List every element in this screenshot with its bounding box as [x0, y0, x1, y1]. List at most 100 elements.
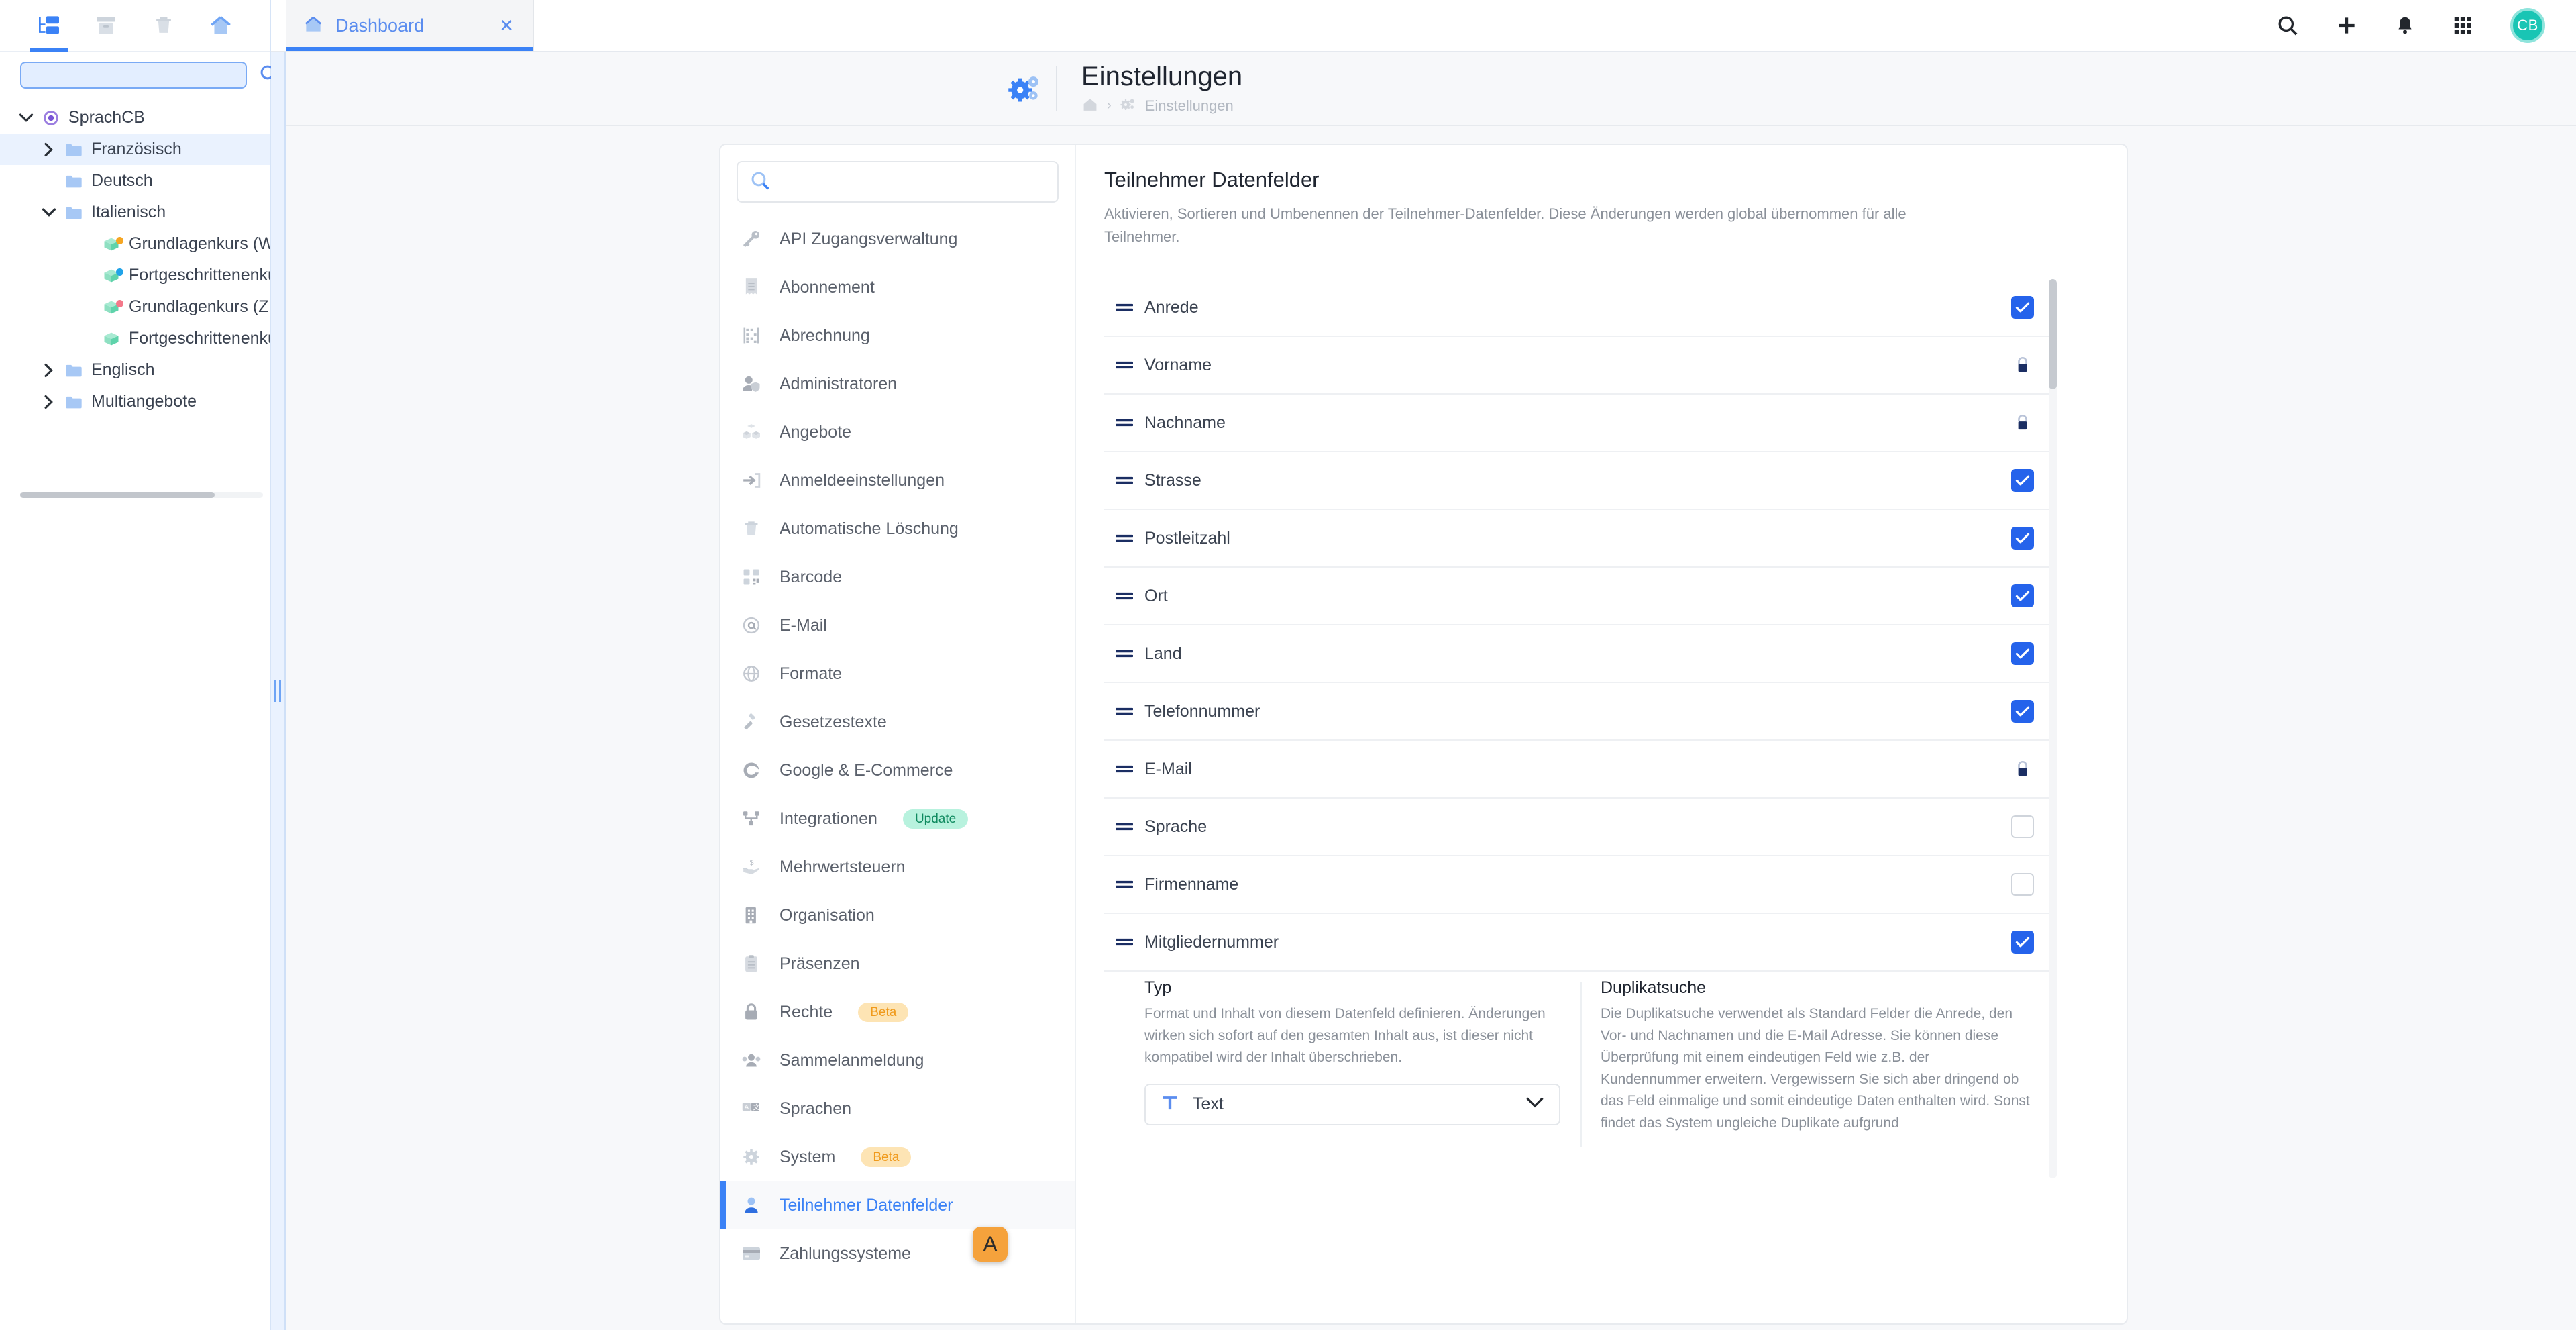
settings-menu-item[interactable]: Formate — [720, 650, 1075, 698]
field-row[interactable]: Firmenname — [1104, 856, 2057, 915]
settings-menu-item[interactable]: System Beta — [720, 1133, 1075, 1181]
drag-handle-icon[interactable] — [1104, 360, 1144, 370]
tree-item[interactable]: Fortgeschrittenenkurs — [0, 260, 270, 291]
home-icon[interactable] — [1081, 97, 1099, 115]
close-icon[interactable]: ✕ — [499, 15, 514, 36]
drag-handle-icon[interactable] — [1104, 417, 1144, 428]
search-icon[interactable] — [2277, 15, 2298, 36]
plus-icon[interactable] — [2336, 15, 2357, 36]
tab-dashboard[interactable]: Dashboard ✕ — [286, 0, 534, 51]
gear-icon — [738, 1147, 765, 1166]
field-row[interactable]: Vorname — [1104, 337, 2057, 395]
drag-handle-icon[interactable] — [1104, 591, 1144, 601]
field-checkbox[interactable] — [2011, 642, 2034, 666]
settings-menu-item[interactable]: Google & E-Commerce — [720, 746, 1075, 795]
field-row[interactable]: Sprache — [1104, 799, 2057, 857]
settings-menu-item[interactable]: Rechte Beta — [720, 988, 1075, 1036]
settings-search[interactable] — [737, 161, 1059, 203]
chevron-down-icon[interactable] — [15, 113, 38, 123]
tree-item[interactable]: Italienisch — [0, 197, 270, 228]
settings-menu-item[interactable]: Abrechnung — [720, 311, 1075, 360]
bell-icon[interactable] — [2395, 15, 2415, 36]
chevron-down-icon[interactable] — [38, 207, 60, 218]
tree-search-input[interactable] — [20, 62, 247, 89]
settings-menu-item[interactable]: A 文 Sprachen — [720, 1084, 1075, 1133]
field-checkbox[interactable] — [2011, 931, 2034, 954]
settings-search-input[interactable] — [780, 172, 1045, 191]
settings-menu-item[interactable]: Anmeldeeinstellungen — [720, 456, 1075, 505]
tree-item[interactable]: SprachCB — [0, 102, 270, 134]
field-checkbox[interactable] — [2011, 527, 2034, 550]
settings-menu-label: Administratoren — [780, 374, 898, 393]
panel-resizer[interactable] — [271, 52, 286, 1330]
home-icon[interactable] — [200, 6, 241, 45]
drag-handle-icon[interactable] — [1104, 706, 1144, 717]
chevron-right-icon[interactable] — [38, 142, 60, 157]
settings-menu-item[interactable]: Automatische Löschung — [720, 505, 1075, 553]
settings-menu-item[interactable]: Angebote — [720, 408, 1075, 456]
field-row[interactable]: Postleitzahl — [1104, 510, 2057, 568]
field-label: Telefonnummer — [1144, 701, 1260, 721]
tree-item[interactable]: Englisch — [0, 354, 270, 386]
lock-icon — [2011, 760, 2034, 778]
settings-menu-label: API Zugangsverwaltung — [780, 229, 958, 248]
field-row[interactable]: Ort — [1104, 568, 2057, 626]
tree-item[interactable]: Grundlagenkurs (Wien — [0, 228, 270, 260]
tree-item[interactable]: Grundlagenkurs (Züric — [0, 291, 270, 323]
field-row[interactable]: Strasse — [1104, 452, 2057, 511]
tree-item[interactable]: Deutsch — [0, 165, 270, 197]
folder-tree-icon[interactable] — [28, 6, 70, 52]
tree-search-row — [0, 52, 278, 95]
field-checkbox[interactable] — [2011, 469, 2034, 493]
settings-menu-item[interactable]: Teilnehmer Datenfelder — [720, 1181, 1075, 1229]
tree-item[interactable]: Fortgeschrittenenkurs — [0, 323, 270, 354]
drag-handle-icon[interactable] — [1104, 764, 1144, 774]
drag-handle-icon[interactable] — [1104, 533, 1144, 544]
archive-icon[interactable] — [85, 6, 127, 45]
settings-menu-item[interactable]: Organisation — [720, 891, 1075, 939]
drag-handle-icon[interactable] — [1104, 879, 1144, 890]
fields-scrollbar[interactable] — [2049, 279, 2057, 1179]
field-row[interactable]: Anrede — [1104, 279, 2057, 338]
drag-handle-icon[interactable] — [1104, 302, 1144, 313]
field-checkbox[interactable] — [2011, 815, 2034, 839]
field-row[interactable]: Telefonnummer — [1104, 683, 2057, 741]
settings-menu-item[interactable]: Administratoren — [720, 360, 1075, 408]
tree-item[interactable]: Multiangebote — [0, 386, 270, 417]
settings-menu-item[interactable]: Abonnement — [720, 263, 1075, 311]
field-row[interactable]: Mitgliedernummer — [1104, 914, 2057, 972]
drag-handle-icon[interactable] — [1104, 821, 1144, 832]
field-row[interactable]: E-Mail — [1104, 741, 2057, 799]
chevron-right-icon[interactable] — [38, 363, 60, 378]
field-checkbox[interactable] — [2011, 700, 2034, 723]
drag-handle-icon[interactable] — [1104, 648, 1144, 659]
settings-menu-item[interactable]: Zahlungssysteme — [720, 1229, 1075, 1278]
settings-menu-item[interactable]: API Zugangsverwaltung — [720, 215, 1075, 263]
settings-menu-item[interactable]: Gesetzestexte — [720, 698, 1075, 746]
tree-item-label: Grundlagenkurs (Wien — [129, 234, 270, 253]
avatar[interactable]: CB — [2510, 8, 2545, 43]
field-checkbox[interactable] — [2011, 873, 2034, 897]
settings-menu-item[interactable]: Sammelanmeldung — [720, 1036, 1075, 1084]
tree-item[interactable]: Französisch — [0, 134, 270, 165]
apps-grid-icon[interactable] — [2453, 15, 2473, 36]
field-row[interactable]: Nachname — [1104, 395, 2057, 453]
settings-menu-item[interactable]: E-Mail — [720, 601, 1075, 650]
tree-body: SprachCB Französisch Deutsch Italienisch Gru… — [0, 95, 270, 1330]
tree-horizontal-scrollbar[interactable] — [20, 492, 263, 498]
settings-menu-item[interactable]: Barcode — [720, 553, 1075, 601]
drag-handle-icon[interactable] — [1104, 475, 1144, 486]
field-expanded-panel: Typ Format und Inhalt von diesem Datenfe… — [1104, 972, 2057, 1148]
breadcrumb-label[interactable]: Einstellungen — [1145, 97, 1234, 115]
drag-handle-icon[interactable] — [1104, 937, 1144, 948]
chevron-right-icon[interactable] — [38, 395, 60, 409]
settings-menu-item[interactable]: Präsenzen — [720, 939, 1075, 988]
typ-select[interactable]: Text — [1144, 1083, 1560, 1125]
settings-menu-item[interactable]: Integrationen Update — [720, 795, 1075, 843]
field-checkbox[interactable] — [2011, 584, 2034, 608]
settings-menu-item[interactable]: $ Mehrwertsteuern — [720, 843, 1075, 891]
text-type-icon — [1161, 1093, 1179, 1115]
trash-icon[interactable] — [143, 6, 184, 45]
field-checkbox[interactable] — [2011, 296, 2034, 319]
field-row[interactable]: Land — [1104, 625, 2057, 684]
